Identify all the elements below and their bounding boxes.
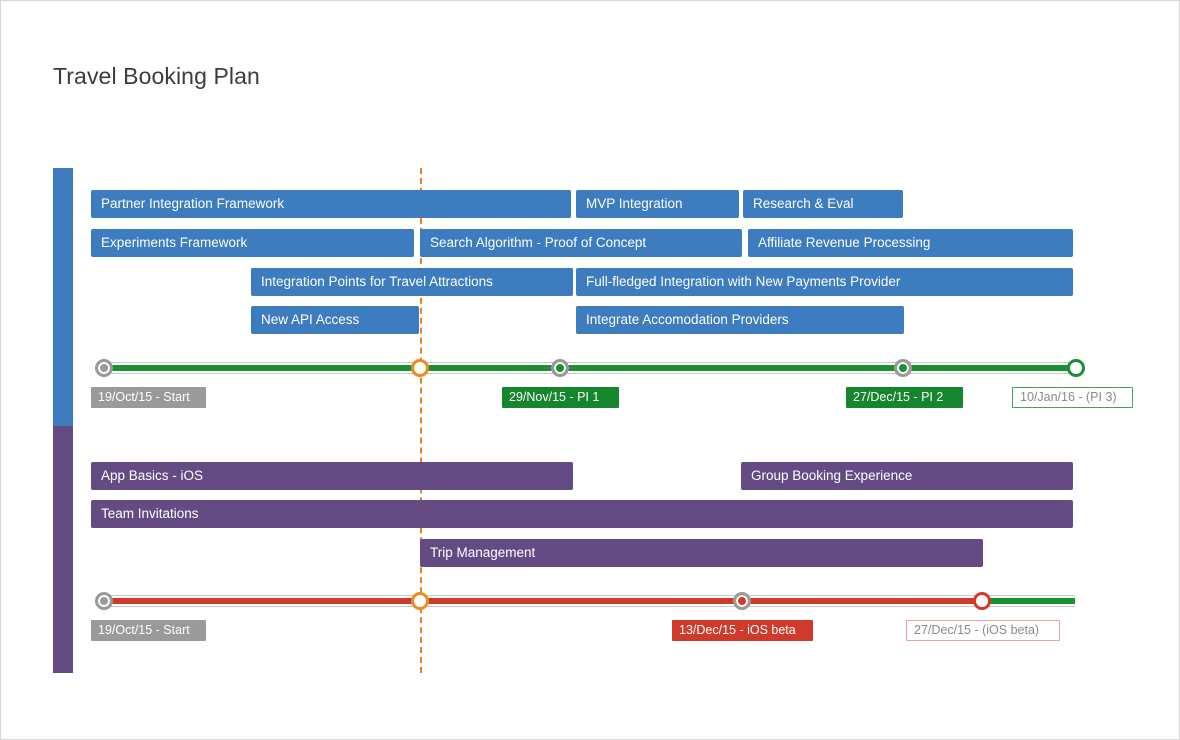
milestone-label[interactable]: 27/Dec/15 - (iOS beta) [906,620,1060,641]
task-bar-label: Affiliate Revenue Processing [758,235,931,251]
task-bar-label: App Basics - iOS [101,468,204,484]
milestone-track-segment [101,365,1076,371]
task-bar-label: MVP Integration [586,196,683,212]
milestone-dot[interactable] [95,359,113,377]
lane-rail-web-lane [53,168,73,426]
milestone-label[interactable]: 19/Oct/15 - Start [91,387,206,408]
task-bar-label: Trip Management [430,545,536,561]
milestone-label[interactable]: 27/Dec/15 - PI 2 [846,387,963,408]
task-bar-label: New API Access [261,312,360,328]
task-bar[interactable]: Group Booking Experience [741,462,1073,490]
milestone-dot[interactable] [95,592,113,610]
task-bar[interactable]: New API Access [251,306,419,334]
task-bar-label: Full-fledged Integration with New Paymen… [586,274,901,290]
milestone-label[interactable]: 19/Oct/15 - Start [91,620,206,641]
task-bar[interactable]: Team Invitations [91,500,1073,528]
task-bar[interactable]: App Basics - iOS [91,462,573,490]
task-bar[interactable]: Partner Integration Framework [91,190,571,218]
milestone-track-segment [101,598,981,604]
task-bar-label: Search Algorithm - Proof of Concept [430,235,647,251]
milestone-track-mobile-lane [97,595,1075,607]
task-bar[interactable]: Integration Points for Travel Attraction… [251,268,573,296]
milestone-dot[interactable] [551,359,569,377]
task-bar-label: Integration Points for Travel Attraction… [261,274,493,290]
milestone-dot[interactable] [733,592,751,610]
task-bar[interactable]: Research & Eval [743,190,903,218]
task-bar-label: Partner Integration Framework [101,196,285,212]
milestone-dot[interactable] [1067,359,1085,377]
lane-rail-mobile-lane [53,426,73,673]
milestone-dot[interactable] [411,359,429,377]
timeline-plot-area: Partner Integration Framework MVP Integra… [1,1,1179,739]
task-bar[interactable]: Integrate Accomodation Providers [576,306,904,334]
task-bar-label: Integrate Accomodation Providers [586,312,789,328]
task-bar[interactable]: Affiliate Revenue Processing [748,229,1073,257]
milestone-label[interactable]: 13/Dec/15 - iOS beta [672,620,813,641]
task-bar[interactable]: MVP Integration [576,190,739,218]
milestone-dot[interactable] [894,359,912,377]
milestone-label[interactable]: 29/Nov/15 - PI 1 [502,387,619,408]
milestone-dot[interactable] [411,592,429,610]
roadmap-canvas: Travel Booking Plan Partner Integration … [0,0,1180,740]
task-bar-label: Research & Eval [753,196,854,212]
task-bar[interactable]: Experiments Framework [91,229,414,257]
milestone-track-segment [981,598,1075,604]
milestone-label[interactable]: 10/Jan/16 - (PI 3) [1012,387,1133,408]
task-bar-label: Group Booking Experience [751,468,913,484]
task-bar[interactable]: Search Algorithm - Proof of Concept [420,229,742,257]
milestone-dot[interactable] [973,592,991,610]
task-bar[interactable]: Trip Management [420,539,983,567]
task-bar[interactable]: Full-fledged Integration with New Paymen… [576,268,1073,296]
task-bar-label: Team Invitations [101,506,199,522]
task-bar-label: Experiments Framework [101,235,248,251]
milestone-track-web-lane [97,362,1081,374]
